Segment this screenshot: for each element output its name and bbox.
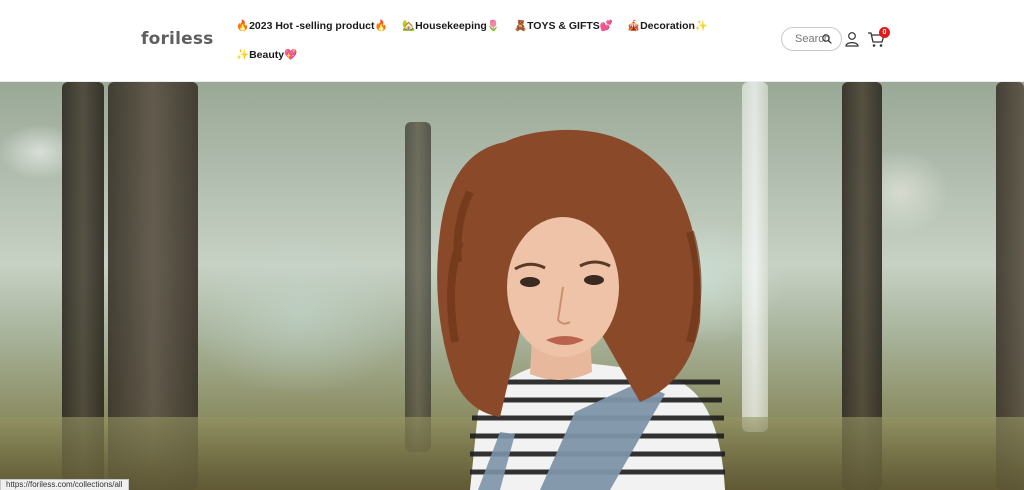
site-header: foriless 🔥2023 Hot -selling product🔥 🏡Ho…	[0, 0, 1024, 82]
account-icon[interactable]	[844, 31, 860, 47]
nav-item-housekeeping[interactable]: 🏡Housekeeping🌷	[402, 19, 500, 32]
search-icon	[822, 34, 832, 44]
hero-photo-subject	[437, 129, 725, 490]
nav-item-hot-selling[interactable]: 🔥2023 Hot -selling product🔥	[236, 19, 388, 32]
cart-count-badge: 0	[879, 27, 890, 38]
status-bar-url: https://foriless.com/collections/all	[0, 479, 129, 490]
nav-item-beauty[interactable]: ✨Beauty💖	[236, 48, 297, 61]
search-input[interactable]: Search	[781, 27, 842, 51]
hero-banner[interactable]	[0, 82, 1024, 490]
nav-item-decoration[interactable]: 🎪Decoration✨	[627, 19, 708, 32]
site-logo[interactable]: foriless	[141, 29, 213, 49]
nav-item-toys-gifts[interactable]: 🧸TOYS & GIFTS💕	[514, 19, 613, 32]
